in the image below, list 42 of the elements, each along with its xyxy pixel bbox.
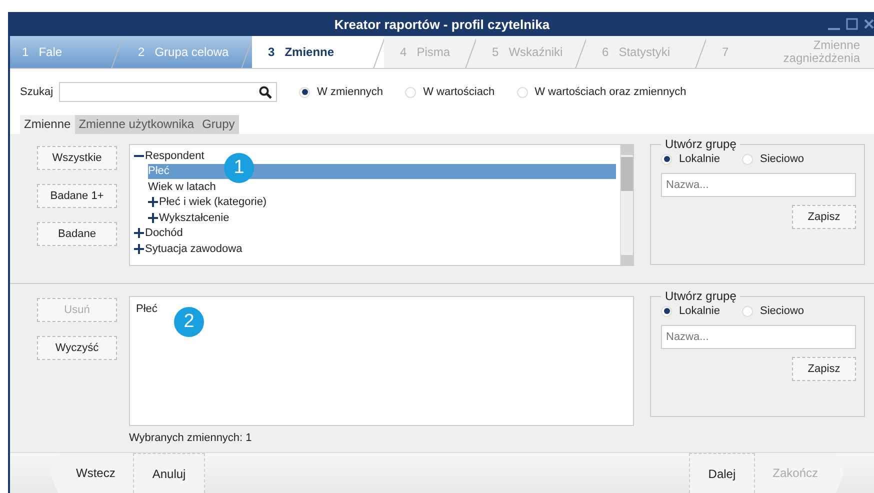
step-marker: 2 — [174, 307, 204, 337]
side-button[interactable]: Badane — [37, 222, 117, 246]
radio-option[interactable]: W zmiennych — [299, 86, 384, 98]
save-button[interactable]: Zapisz — [792, 205, 856, 229]
tab[interactable]: Zmienne — [20, 115, 75, 134]
tree-item[interactable]: Sytuacja zawodowa — [134, 241, 616, 256]
side-button[interactable]: Wyczyść — [37, 336, 117, 360]
group-title: Utwórz grupę — [664, 137, 738, 151]
expand-icon[interactable] — [134, 228, 144, 238]
search-field[interactable] — [59, 82, 278, 102]
selection-count: Wybranych zmiennych: 1 — [129, 432, 253, 444]
list-item[interactable]: Płeć — [130, 297, 164, 321]
side-button[interactable]: Wszystkie — [37, 146, 117, 170]
radio-option[interactable]: Lokalnie — [661, 305, 720, 317]
nav-button[interactable]: Anuluj — [133, 453, 205, 493]
radio-option[interactable]: Lokalnie — [661, 153, 720, 165]
save-button[interactable]: Zapisz — [792, 357, 856, 381]
side-button[interactable]: Badane 1+ — [37, 184, 117, 208]
group-title: Utwórz grupę — [664, 289, 738, 303]
name-field[interactable]: Nazwa... — [661, 325, 856, 349]
radio-option[interactable]: W wartościach oraz zmiennych — [516, 86, 686, 98]
tree-item[interactable]: Dochód — [134, 226, 616, 241]
close-icon[interactable] — [864, 17, 874, 31]
search-label: Szukaj — [20, 86, 54, 98]
step-marker: 1 — [224, 153, 254, 183]
tab[interactable]: Zmienne użytkownika — [74, 115, 198, 134]
maximize-icon[interactable] — [846, 17, 858, 31]
radio-option[interactable]: Sieciowo — [742, 153, 804, 165]
radio-option[interactable]: Sieciowo — [742, 305, 804, 317]
expand-icon[interactable] — [148, 197, 158, 208]
expand-icon[interactable] — [134, 244, 144, 254]
tree-item[interactable]: Płeć i wiek (kategorie) — [148, 194, 616, 210]
window-title: Kreator raportów - profil czytelnika — [333, 16, 551, 32]
name-field[interactable]: Nazwa... — [661, 173, 856, 197]
expand-icon[interactable] — [148, 212, 158, 223]
tree-item[interactable]: Wykształcenie — [148, 210, 616, 226]
search-icon[interactable] — [259, 86, 272, 98]
tab[interactable]: Grupy — [198, 115, 239, 134]
radio-option[interactable]: W wartościach — [405, 86, 495, 98]
scrollbar[interactable] — [620, 145, 633, 265]
nav-button[interactable]: Dalej — [689, 453, 755, 493]
wizard-step[interactable]: 3 Zmienne — [252, 36, 384, 68]
